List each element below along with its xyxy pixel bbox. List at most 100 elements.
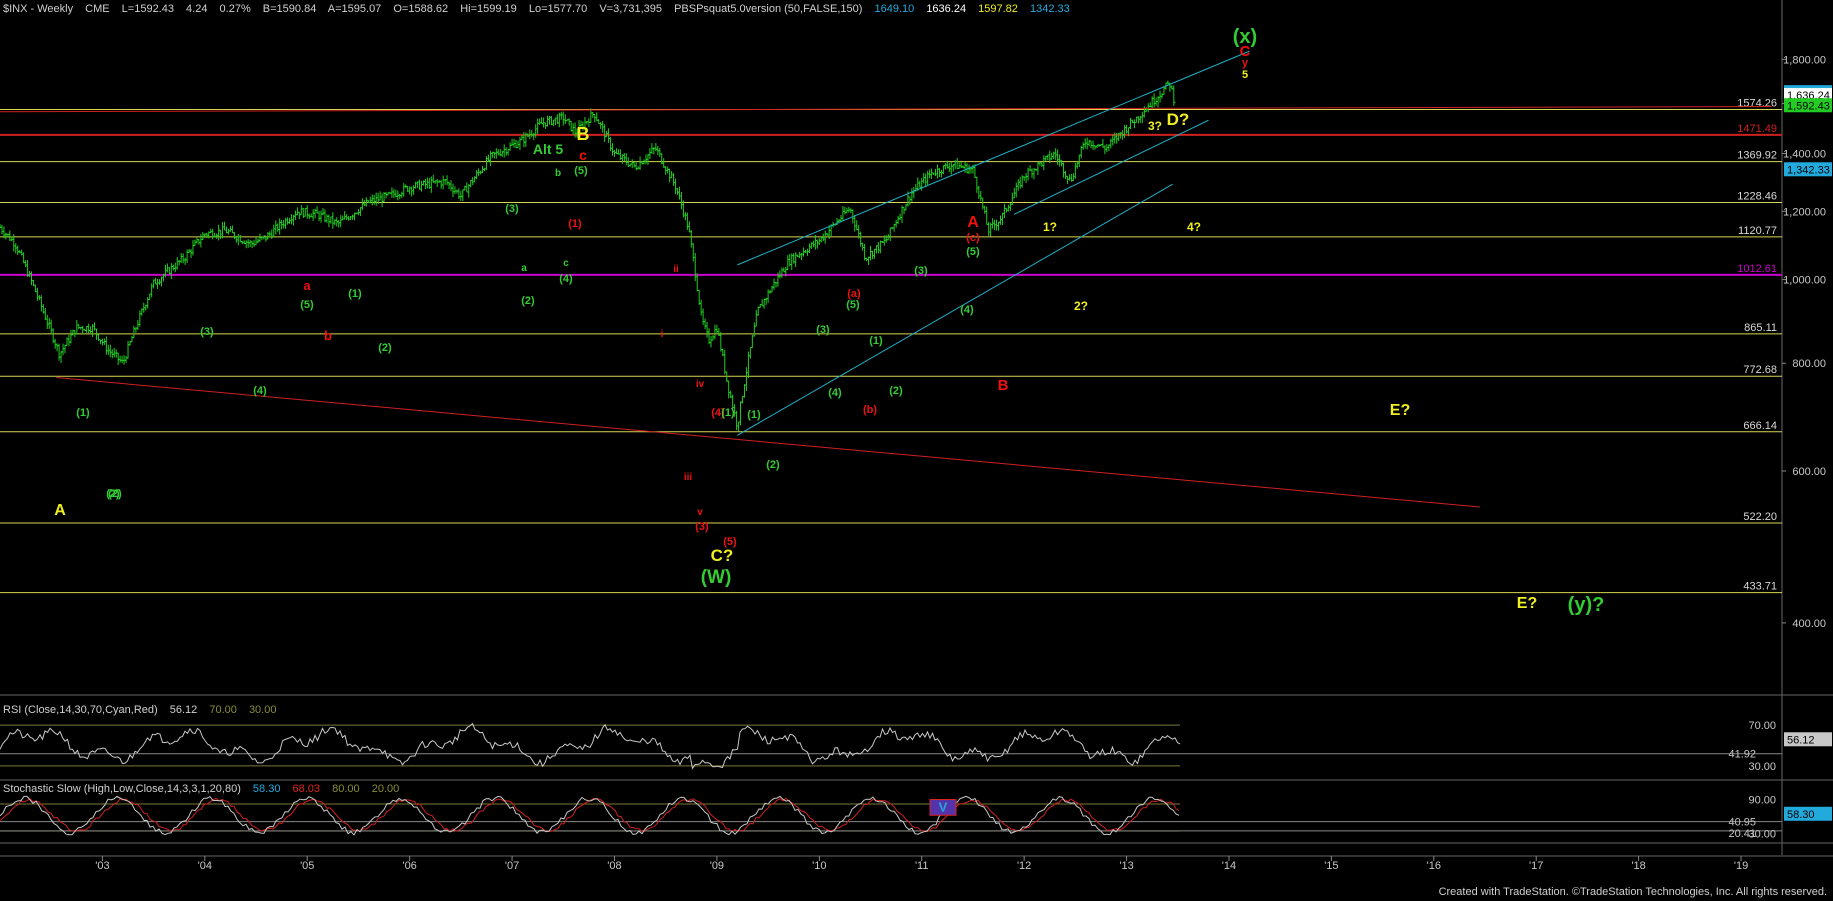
wave-label: (1): [348, 288, 362, 300]
wave-label: Alt 5: [533, 141, 564, 157]
stoch-level-label-1: 40.95: [1728, 817, 1756, 829]
wave-label: c: [579, 147, 587, 163]
wave-label: iii: [684, 472, 693, 483]
last-price: L=1592.43: [121, 3, 174, 15]
wave-label: (5): [846, 299, 860, 311]
wave-label: (5): [574, 165, 588, 177]
rsi-axis-70: 70.00: [1748, 720, 1776, 732]
wave-label: iv: [696, 379, 705, 390]
level-label-666.14: 666.14: [1743, 420, 1777, 432]
low-price: Lo=1577.70: [528, 3, 588, 15]
level-label-1369.92: 1369.92: [1737, 150, 1777, 162]
pct-change: 0.27%: [219, 3, 251, 15]
chart-header: $INX - Weekly CME L=1592.43 4.24 0.27% B…: [3, 3, 1079, 15]
level-label-522.20: 522.20: [1743, 511, 1777, 523]
stoch-name: Stochastic Slow (High,Low,Close,14,3,3,1…: [3, 783, 241, 795]
wave-label: (c): [966, 232, 980, 244]
stoch-oversold: 20.00: [371, 783, 400, 795]
wave-label: (2): [378, 342, 392, 354]
wave-label: (3): [505, 203, 519, 215]
level-label-772.68: 772.68: [1743, 364, 1777, 376]
wave-label: (3): [200, 326, 214, 338]
stoch-overbought: 80.00: [332, 783, 360, 795]
level-label-865.11: 865.11: [1744, 322, 1777, 334]
wave-label: b: [324, 328, 332, 343]
wave-label: (1): [747, 409, 761, 421]
wave-label: (3): [914, 265, 928, 277]
volume-label: V=3,731,395: [599, 3, 663, 15]
stoch-axis-90: 90.00: [1748, 795, 1776, 807]
wave-label: (3): [816, 324, 830, 336]
wave-label: 2?: [1074, 299, 1088, 313]
level-label-1012.61: 1012.61: [1737, 263, 1777, 275]
wave-label: (1): [869, 335, 883, 347]
wave-label: (1): [721, 407, 735, 419]
wave-label: A: [967, 214, 979, 231]
level-label-1574.26: 1574.26: [1737, 98, 1777, 110]
wave-label: a: [303, 278, 311, 293]
wave-label: (5): [300, 299, 314, 311]
open-price: O=1588.62: [393, 3, 449, 15]
rsi-tag-label: 56.12: [1787, 734, 1815, 746]
rsi-oversold: 30.00: [248, 704, 277, 716]
y-tick-label: 1,200.00: [1783, 206, 1826, 218]
wave-label: (y)?: [1568, 594, 1605, 616]
stoch-k-value: 58.30: [252, 783, 281, 795]
rsi-level-label: 41.92: [1728, 749, 1756, 761]
wave-label: (4): [960, 304, 974, 316]
indicator-value-4: 1342.33: [1029, 3, 1070, 15]
bid-price: B=1590.84: [262, 3, 317, 15]
x-tick-label: '18: [1631, 860, 1645, 872]
wave-label: E?: [1517, 595, 1537, 612]
wave-label: b: [555, 168, 561, 179]
level-label-1228.46: 1228.46: [1737, 190, 1777, 202]
y-tick-label: 1,000.00: [1783, 275, 1826, 287]
x-tick-label: '07: [505, 860, 519, 872]
rsi-overbought: 70.00: [209, 704, 237, 716]
wave-label: c: [563, 258, 569, 269]
wave-label: (W): [701, 567, 732, 588]
symbol-label: $INX - Weekly: [3, 3, 74, 15]
wave-label: D?: [1167, 110, 1190, 129]
x-tick-label: '13: [1119, 860, 1133, 872]
wave-label: (4): [253, 385, 267, 397]
wave-label: (2): [521, 295, 535, 307]
wave-label: 1?: [1043, 220, 1057, 234]
indicator-value-2: 1636.24: [926, 3, 967, 15]
level-label-1120.77: 1120.77: [1738, 225, 1777, 237]
wave-label: A: [54, 502, 66, 519]
price-tag-label: 1,592.43: [1787, 100, 1830, 112]
stoch-d-value: 68.03: [292, 783, 321, 795]
wave-label: (3): [695, 521, 709, 533]
x-tick-label: '05: [300, 860, 314, 872]
x-tick-label: '08: [607, 860, 621, 872]
rsi-name: RSI (Close,14,30,70,Cyan,Red): [3, 704, 158, 716]
rsi-value: 56.12: [169, 704, 198, 716]
wave-label: (4): [559, 273, 573, 285]
x-tick-label: '19: [1734, 860, 1748, 872]
wave-label: ii: [673, 264, 679, 275]
wave-label: i: [661, 329, 664, 340]
wave-label: (2): [766, 459, 780, 471]
rsi-axis-30: 30.00: [1748, 761, 1776, 773]
wave-label: (b): [863, 404, 877, 416]
stoch-level-label-2: 20.41: [1728, 828, 1756, 840]
wave-label: a: [521, 263, 527, 274]
wave-label: y: [1242, 57, 1249, 69]
wave-label: (5): [966, 246, 980, 258]
wave-label: 4?: [1187, 220, 1201, 234]
x-tick-label: '17: [1529, 860, 1543, 872]
x-tick-label: '15: [1324, 860, 1338, 872]
x-tick-label: '10: [812, 860, 826, 872]
indicator-value-1: 1649.10: [874, 3, 915, 15]
wave-label: (1): [568, 218, 582, 230]
price-tag-label: 1,342.33: [1787, 164, 1830, 176]
wave-label: (2): [889, 385, 903, 397]
wave-label: 5: [1242, 69, 1248, 81]
indicator-value-3: 1597.82: [978, 3, 1018, 15]
stoch-marker-label: V: [939, 800, 948, 815]
stoch-tag-label: 58.30: [1787, 809, 1815, 821]
net-change: 4.24: [186, 3, 208, 15]
y-tick-label: 400.00: [1792, 618, 1826, 630]
wave-label: C?: [711, 546, 734, 565]
